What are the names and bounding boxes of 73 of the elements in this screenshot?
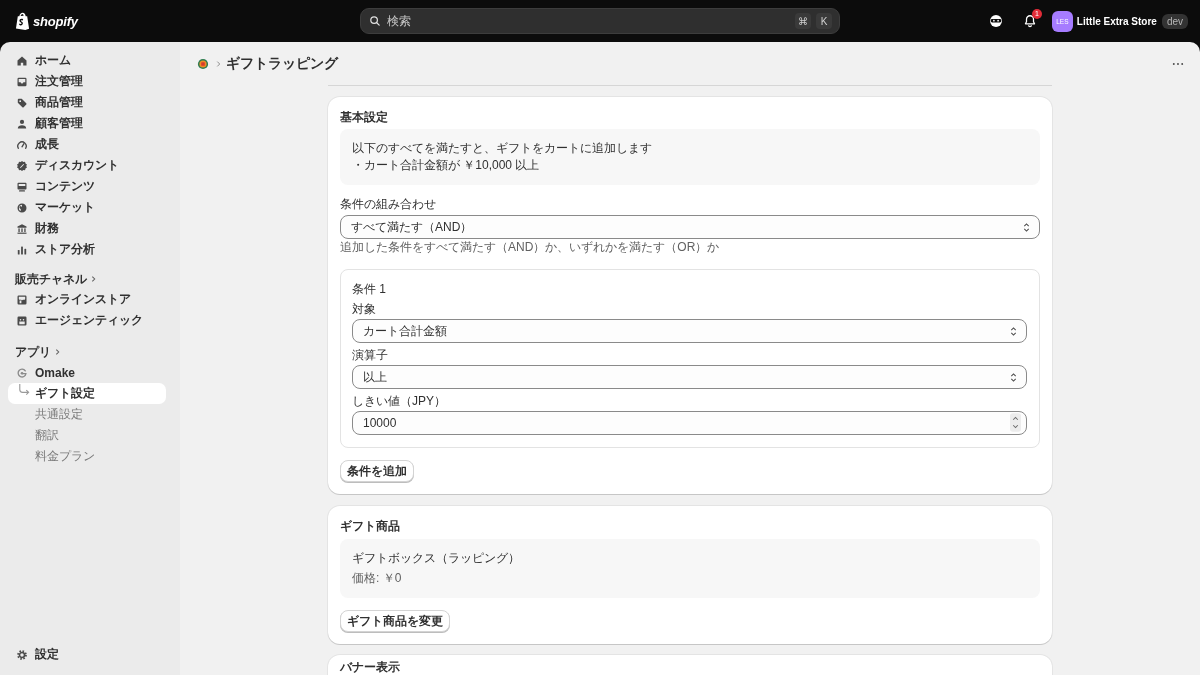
gear-icon: [16, 648, 28, 661]
logo-text: shopify: [33, 13, 78, 29]
sidebar-item[interactable]: 商品管理: [8, 92, 166, 113]
summary-text: ・カート合計金額が ￥10,000 以上: [352, 157, 541, 174]
select-chevron-icon: [1010, 325, 1017, 337]
sidebar-item[interactable]: ストア分析: [8, 239, 166, 260]
sidebar-item[interactable]: エージェンティック: [8, 310, 166, 331]
chevron-icon: [216, 59, 221, 68]
face-icon[interactable]: [988, 14, 1003, 28]
gauge-icon: [16, 138, 28, 151]
sidebar-item[interactable]: Omake: [8, 362, 166, 383]
card-title: ギフト商品: [340, 518, 401, 534]
add-condition-button[interactable]: 条件を追加: [340, 460, 414, 482]
sidebar-item[interactable]: 注文管理: [8, 71, 166, 92]
bell-icon[interactable]: [1022, 14, 1037, 28]
environment-badge: dev: [1161, 13, 1188, 29]
globe-icon: [16, 201, 28, 214]
monitor-icon: [16, 180, 28, 193]
sidebar-item[interactable]: ホーム: [8, 50, 166, 71]
select-chevron-icon: [1010, 371, 1017, 383]
sidebar-item[interactable]: マーケット: [8, 197, 166, 218]
tree-connector-icon: [17, 384, 30, 397]
sidebar-subitem[interactable]: 翻訳: [8, 425, 166, 446]
tag-icon: [16, 96, 28, 109]
sidebar-subitem[interactable]: 共通設定: [8, 404, 166, 425]
select-field[interactable]: カート合計金額: [352, 319, 1027, 343]
sidebar-item[interactable]: 成長: [8, 134, 166, 155]
field-label: 条件の組み合わせ: [340, 196, 437, 212]
number-field[interactable]: 10000: [352, 411, 1027, 435]
condition-title: 条件 1: [352, 281, 387, 297]
store-name[interactable]: Little Extra Store: [1076, 15, 1157, 27]
summary-text: 以下のすべてを満たすと、ギフトをカートに追加します: [352, 140, 653, 157]
sidebar-item[interactable]: オンラインストア: [8, 289, 166, 310]
sidebar-subitem[interactable]: ギフト設定: [8, 383, 166, 404]
select-field[interactable]: すべて満たす（AND）: [340, 215, 1040, 239]
product-name: ギフトボックス（ラッピング）: [352, 550, 521, 567]
home-icon: [16, 54, 28, 67]
sidebar-item[interactable]: 顧客管理: [8, 113, 166, 134]
discount-badge-icon: [16, 159, 28, 172]
page-title: ギフトラッピング: [226, 54, 338, 73]
bar-chart-icon: [16, 243, 28, 256]
person-icon: [16, 117, 28, 130]
select-chevron-icon: [1023, 221, 1030, 233]
chevron-icon[interactable]: [55, 348, 60, 356]
sidebar-item[interactable]: 財務: [8, 218, 166, 239]
app-icon: [16, 366, 28, 379]
product-price: 価格: ￥0: [352, 570, 403, 587]
more-icon[interactable]: [1172, 61, 1184, 66]
field-label: しきい値（JPY）: [352, 393, 447, 409]
select-field[interactable]: 以上: [352, 365, 1027, 389]
shortcut-key: K: [816, 13, 832, 29]
section-heading[interactable]: 販売チャネル: [15, 270, 87, 288]
sidebar-subitem[interactable]: 料金プラン: [8, 446, 166, 467]
search-icon: [369, 15, 381, 27]
field-label: 演算子: [352, 347, 389, 363]
section-heading[interactable]: アプリ: [15, 343, 51, 361]
shortcut-key: ⌘: [795, 13, 811, 29]
chevron-icon[interactable]: [91, 275, 96, 283]
sidebar-item[interactable]: コンテンツ: [8, 176, 166, 197]
robot-icon: [16, 314, 28, 327]
inbox-icon: [16, 75, 28, 88]
storefront-icon: [16, 293, 28, 306]
sidebar-item[interactable]: ディスカウント: [8, 155, 166, 176]
bank-icon: [16, 222, 28, 235]
shopping-bag-icon[interactable]: [15, 12, 30, 30]
app-icon[interactable]: [197, 57, 209, 70]
help-text: 追加した条件をすべて満たす（AND）か、いずれかを満たす（OR）か: [340, 240, 721, 255]
field-label: 対象: [352, 301, 377, 317]
change-gift-button[interactable]: ギフト商品を変更: [340, 610, 450, 632]
sidebar-item[interactable]: 設定: [8, 644, 166, 665]
stepper-icon[interactable]: [1010, 413, 1021, 432]
card-title: 基本設定: [340, 109, 389, 125]
card-title: バナー表示: [340, 660, 401, 674]
